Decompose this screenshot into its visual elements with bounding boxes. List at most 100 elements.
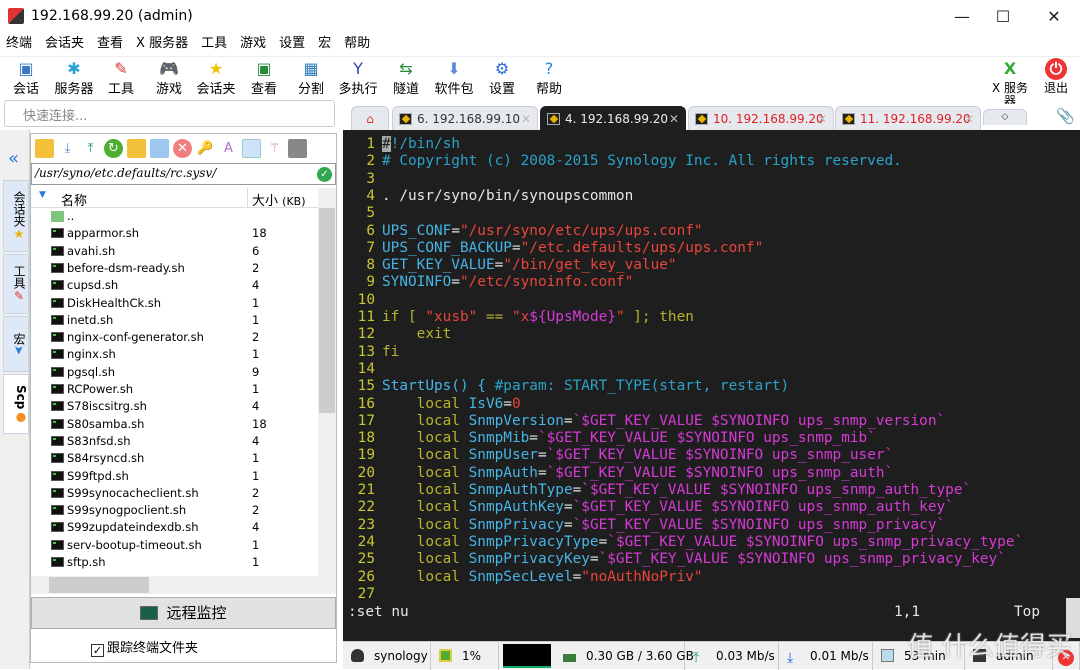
file-row[interactable]: sftp.sh 1 xyxy=(31,554,318,571)
maximize-button[interactable]: ☐ xyxy=(980,4,1026,30)
file-row[interactable]: S99synocacheclient.sh 2 xyxy=(31,485,318,502)
menu-item[interactable]: 帮助 xyxy=(344,33,377,55)
menu-item[interactable]: 查看 xyxy=(97,33,130,55)
code-token: local xyxy=(382,464,469,481)
file-row[interactable]: before-dsm-ready.sh 2 xyxy=(31,260,318,277)
close-button[interactable]: ✕ xyxy=(1031,4,1077,30)
file-list-hscrollbar[interactable] xyxy=(31,576,336,594)
toolbar-games-button[interactable]: 🎮 游戏 xyxy=(147,58,191,98)
menu-item[interactable]: 宏 xyxy=(318,33,338,55)
code-line: 25 local SnmpPrivacyKey=`$GET_KEY_VALUE … xyxy=(343,551,1006,568)
file-name: DiskHealthCk.sh xyxy=(67,295,162,310)
upload-icon[interactable]: ⤒ xyxy=(81,139,100,158)
minimize-button[interactable]: — xyxy=(939,4,985,30)
file-row[interactable]: nginx.sh 1 xyxy=(31,346,318,363)
home-tab[interactable]: ⌂ xyxy=(351,106,389,131)
toolbar-servers-button[interactable]: ✱ 服务器 xyxy=(52,58,96,98)
parent-folder-icon[interactable] xyxy=(35,139,54,158)
file-row[interactable]: S84rsyncd.sh 1 xyxy=(31,450,318,467)
toolbar-star-button[interactable]: ★ 会话夹 xyxy=(194,58,238,98)
tab-close-icon[interactable]: ✕ xyxy=(521,107,531,131)
file-row[interactable]: S80samba.sh 18 xyxy=(31,416,318,433)
shell-script-icon xyxy=(51,332,64,343)
menu-item[interactable]: X 服务器 xyxy=(136,33,195,55)
file-row[interactable]: pgsql.sh 9 xyxy=(31,364,318,381)
sidebar-tab-macros[interactable]: 宏➤ xyxy=(3,316,29,372)
file-list-vscrollbar[interactable] xyxy=(318,188,336,576)
exit-button[interactable]: ⏻ 退出 xyxy=(1034,58,1078,95)
download-icon[interactable]: ⤓ xyxy=(58,139,77,158)
session-tab[interactable]: 11. 192.168.99.20 ✕ xyxy=(835,106,981,131)
file-row[interactable]: S78iscsitrg.sh 4 xyxy=(31,398,318,415)
col-name[interactable]: 名称 xyxy=(61,190,87,209)
games-icon: 🎮 xyxy=(159,59,179,78)
refresh-icon[interactable]: ↻ xyxy=(104,139,123,158)
send-icon: ➤ xyxy=(12,344,26,356)
status-upload-text: 0.03 Mb/s xyxy=(716,649,775,663)
menu-item[interactable]: 工具 xyxy=(201,33,234,55)
tab-close-icon[interactable]: ✕ xyxy=(817,107,827,131)
toolbar-view-button[interactable]: ▣ 查看 xyxy=(242,58,286,98)
path-input[interactable]: /usr/syno/etc.defaults/rc.sysv/ ✓ xyxy=(31,163,336,185)
file-row[interactable]: S83nfsd.sh 4 xyxy=(31,433,318,450)
terminal-icon[interactable] xyxy=(288,139,307,158)
quick-connect-input[interactable]: 快速连接... xyxy=(4,100,335,127)
collapse-icon[interactable]: « xyxy=(8,148,19,169)
sftp-file-panel: ⤓ ⤒ ↻ ✕ 🔑 A ⚚ /usr/syno/etc.defaults/rc.… xyxy=(30,133,337,663)
terminal[interactable]: 1 #!/bin/sh 2 # Copyright (c) 2008-2015 Syn… xyxy=(343,130,1080,641)
scroll-thumb[interactable] xyxy=(319,208,335,413)
file-name: S83nfsd.sh xyxy=(67,433,131,448)
file-row[interactable]: RCPower.sh 1 xyxy=(31,381,318,398)
toolbar-tunnel-button[interactable]: ⇆ 隧道 xyxy=(384,58,428,98)
parent-dir-row[interactable]: .. xyxy=(31,208,318,225)
code-token: ${UpsMode} xyxy=(529,309,616,325)
toolbar-multiexec-button[interactable]: Y 多执行 xyxy=(336,58,380,98)
toolbar-help-button[interactable]: ? 帮助 xyxy=(527,58,571,98)
file-row[interactable]: cupsd.sh 4 xyxy=(31,277,318,294)
code-token: local xyxy=(382,516,469,533)
x-server-button[interactable]: XX 服务器 xyxy=(988,58,1032,108)
tab-close-icon[interactable]: ✕ xyxy=(669,107,679,131)
toolbar-settings-button[interactable]: ⚙ 设置 xyxy=(480,58,524,98)
new-file-icon[interactable] xyxy=(150,139,169,158)
text-icon[interactable]: A xyxy=(219,139,238,158)
file-row[interactable]: S99synogpoclient.sh 2 xyxy=(31,502,318,519)
toolbar-split-button[interactable]: ▦ 分割 xyxy=(289,58,333,98)
go-icon[interactable]: ✓ xyxy=(317,167,332,182)
new-folder-icon[interactable] xyxy=(127,139,146,158)
sidebar-tab-scp[interactable]: Scp● xyxy=(3,374,29,434)
session-tab[interactable]: 10. 192.168.99.20 ✕ xyxy=(688,106,834,131)
wand-icon[interactable]: ⚚ xyxy=(265,139,284,158)
key-icon[interactable]: 🔑 xyxy=(196,139,215,158)
new-tab-button[interactable]: ◇ xyxy=(983,109,1027,125)
menu-item[interactable]: 设置 xyxy=(279,33,312,55)
session-tab[interactable]: 6. 192.168.99.10 ✕ xyxy=(392,106,538,131)
file-row[interactable]: inetd.sh 1 xyxy=(31,312,318,329)
delete-icon[interactable]: ✕ xyxy=(173,139,192,158)
follow-terminal-checkbox[interactable]: ✓ 跟踪终端文件夹 xyxy=(91,637,198,657)
attachment-icon[interactable]: 📎 xyxy=(1056,107,1075,125)
tab-close-icon[interactable]: ✕ xyxy=(964,107,974,131)
hidden-files-icon[interactable] xyxy=(242,139,261,158)
file-row[interactable]: DiskHealthCk.sh 1 xyxy=(31,295,318,312)
menu-item[interactable]: 终端 xyxy=(6,33,39,55)
file-row[interactable]: S99zupdateindexdb.sh 4 xyxy=(31,519,318,536)
file-row[interactable]: serv-bootup-timeout.sh 1 xyxy=(31,537,318,554)
toolbar-tools-button[interactable]: ✎ 工具 xyxy=(99,58,143,98)
remote-monitor-button[interactable]: 远程监控 xyxy=(31,597,336,629)
menu-item[interactable]: 游戏 xyxy=(240,33,273,55)
sidebar-tab-tools[interactable]: 工具✎ xyxy=(3,254,29,314)
file-row[interactable]: apparmor.sh 18 xyxy=(31,225,318,242)
col-size[interactable]: 大小 (KB) xyxy=(252,190,306,209)
sidebar-tab-sessions[interactable]: 会话夹★ xyxy=(3,180,29,252)
scroll-thumb[interactable] xyxy=(49,577,149,593)
sidebar-tab-label: 会话夹 xyxy=(12,191,26,227)
file-row[interactable]: S99ftpd.sh 1 xyxy=(31,468,318,485)
file-row[interactable]: nginx-conf-generator.sh 2 xyxy=(31,329,318,346)
toolbar-packages-button[interactable]: ⬇ 软件包 xyxy=(432,58,476,98)
session-tab[interactable]: 4. 192.168.99.20 ✕ xyxy=(540,106,686,131)
toolbar-session-button[interactable]: ▣ 会话 xyxy=(4,58,48,98)
code-line: 14 xyxy=(343,361,382,378)
file-row[interactable]: avahi.sh 6 xyxy=(31,243,318,260)
menu-item[interactable]: 会话夹 xyxy=(45,33,91,55)
